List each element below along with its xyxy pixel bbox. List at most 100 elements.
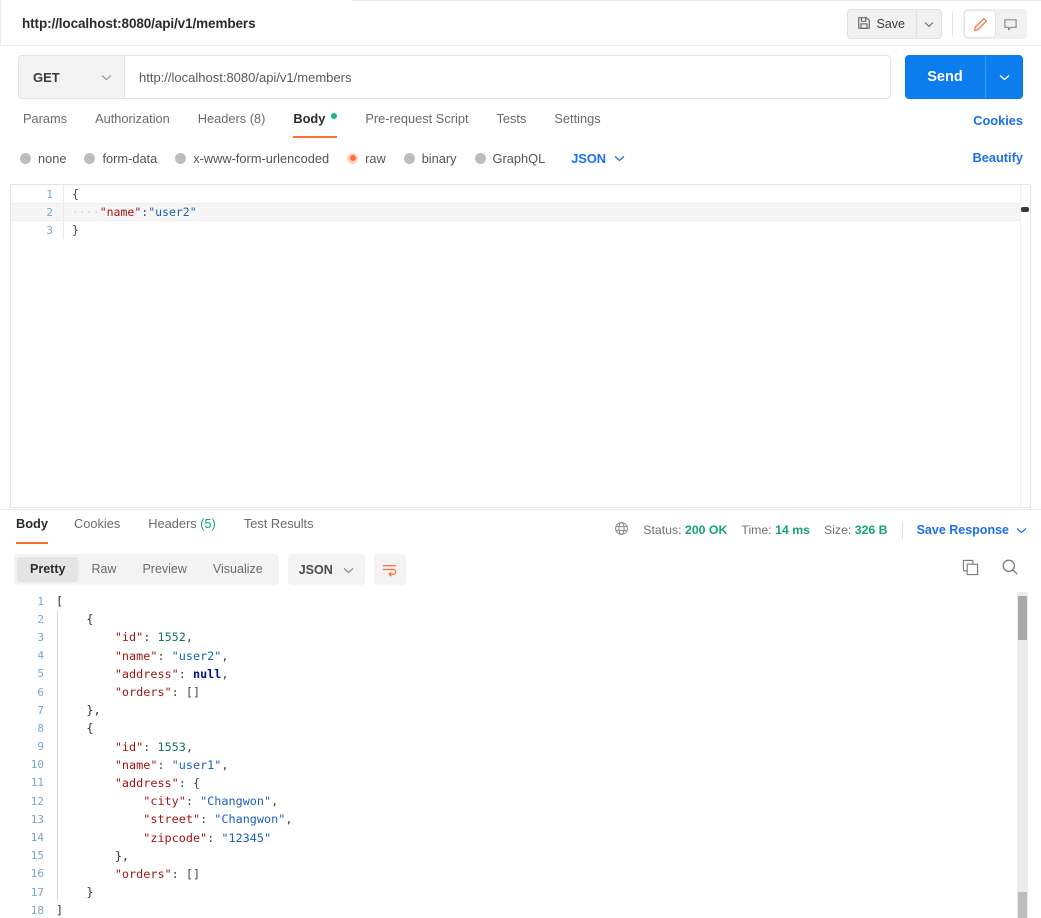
line-number: 3: [37, 630, 44, 644]
meta-divider: [901, 521, 903, 539]
title-actions: Save: [846, 9, 1027, 39]
line-number: 10: [30, 758, 44, 772]
line-number: 4: [37, 649, 44, 663]
radio-none[interactable]: none: [20, 151, 66, 166]
tab-body[interactable]: Body: [279, 108, 351, 138]
globe-icon: [614, 521, 629, 539]
response-scrollbar-thumb-lower[interactable]: [1018, 892, 1027, 918]
view-mode-raw[interactable]: Raw: [78, 557, 129, 582]
beautify-link[interactable]: Beautify: [973, 150, 1024, 165]
response-tab-test-results-label: Test Results: [243, 516, 314, 531]
response-separator: [0, 509, 1041, 510]
response-line: 5 "address": null,: [0, 664, 1041, 683]
response-tab-body[interactable]: Body: [10, 516, 60, 544]
line-number: 18: [30, 903, 44, 917]
request-editor-scrollbar-thumb[interactable]: [1021, 207, 1029, 212]
code-text: ]: [56, 903, 64, 918]
view-mode-preview[interactable]: Preview: [129, 557, 199, 582]
response-toolbar: Pretty Raw Preview Visualize JSON: [14, 554, 406, 585]
send-options-dropdown[interactable]: [985, 55, 1023, 99]
view-mode-visualize[interactable]: Visualize: [200, 557, 276, 582]
save-button[interactable]: Save: [846, 9, 916, 39]
code-text: ····"name":"user2": [72, 205, 197, 219]
response-line: 14 "zipcode": "12345": [0, 828, 1041, 847]
response-tab-cookies[interactable]: Cookies: [60, 516, 134, 544]
code-text: "id": 1553,: [114, 739, 193, 754]
radio-form-data-icon: [84, 152, 96, 164]
response-tabs: Body Cookies Headers (5) Test Results: [10, 516, 328, 544]
code-text: "id": 1552,: [114, 630, 193, 645]
comment-button[interactable]: [995, 11, 1025, 37]
radio-graphql-icon: [474, 152, 486, 164]
request-body-editor[interactable]: 1 { 2 ····"name":"user2" 3 }: [10, 184, 1031, 508]
save-response-button[interactable]: Save Response: [917, 523, 1027, 537]
http-method-select[interactable]: GET: [18, 55, 124, 99]
body-type-radio-group: none form-data x-www-form-urlencoded raw…: [20, 147, 1025, 169]
code-text: "name": "user2",: [114, 648, 229, 663]
save-options-dropdown[interactable]: [916, 9, 942, 39]
radio-urlencoded[interactable]: x-www-form-urlencoded: [175, 151, 329, 166]
radio-binary[interactable]: binary: [403, 151, 457, 166]
code-line: 2 ····"name":"user2": [11, 203, 1030, 221]
code-text: "street": "Changwon",: [143, 812, 293, 827]
radio-form-data[interactable]: form-data: [84, 151, 157, 166]
view-mode-pretty[interactable]: Pretty: [17, 557, 79, 582]
time-value: 14 ms: [775, 523, 810, 537]
search-icon[interactable]: [1001, 558, 1019, 581]
tab-authorization-label: Authorization: [95, 111, 170, 126]
radio-urlencoded-label: x-www-form-urlencoded: [193, 150, 330, 166]
save-response-label: Save Response: [916, 523, 1009, 537]
send-group: Send: [905, 55, 1023, 99]
request-editor-scrollbar[interactable]: [1020, 185, 1030, 507]
word-wrap-toggle-button[interactable]: [373, 554, 406, 585]
url-input[interactable]: http://localhost:8080/api/v1/members: [124, 55, 891, 99]
response-format-select[interactable]: JSON: [287, 554, 365, 585]
view-mode-group: [963, 9, 1027, 39]
response-scrollbar[interactable]: [1017, 592, 1028, 918]
response-line: 8 {: [0, 719, 1041, 738]
radio-graphql[interactable]: GraphQL: [474, 150, 546, 166]
send-button[interactable]: Send: [905, 55, 985, 99]
code-text: "orders": []: [114, 685, 201, 700]
tab-params[interactable]: Params: [18, 108, 81, 138]
request-code-area: 1 { 2 ····"name":"user2" 3 }: [11, 185, 1030, 507]
response-line: 12 "city": "Changwon",: [0, 792, 1041, 811]
tab-tests[interactable]: Tests: [483, 108, 541, 138]
response-body-viewer[interactable]: 1 [ 2 { 3 "id": 1552, 4 "name": "user2",: [0, 592, 1041, 918]
copy-icon[interactable]: [962, 559, 979, 581]
radio-none-label: none: [38, 150, 67, 166]
response-tab-headers[interactable]: Headers (5): [134, 516, 230, 544]
response-scrollbar-thumb[interactable]: [1018, 596, 1027, 640]
line-number: 15: [30, 849, 44, 863]
response-line: 18 ]: [0, 901, 1041, 918]
line-number: 12: [30, 794, 44, 808]
tab-body-label: Body: [293, 111, 326, 126]
tab-headers[interactable]: Headers (8): [184, 108, 280, 138]
code-text: {: [72, 187, 79, 201]
tab-pre-request-script[interactable]: Pre-request Script: [351, 108, 482, 138]
response-view-mode-group: Pretty Raw Preview Visualize: [14, 554, 279, 585]
edit-pencil-button[interactable]: [965, 11, 995, 37]
tab-settings[interactable]: Settings: [540, 108, 614, 138]
tab-authorization[interactable]: Authorization: [81, 108, 184, 138]
time-label: Time:: [741, 523, 772, 537]
code-text: {: [58, 721, 94, 736]
request-format-select[interactable]: JSON: [571, 149, 625, 167]
line-number: 14: [30, 831, 44, 845]
line-number: 3: [46, 223, 53, 237]
response-line: 10 "name": "user1",: [0, 755, 1041, 774]
cookies-link[interactable]: Cookies: [973, 113, 1023, 128]
size-label: Size:: [823, 523, 852, 537]
chevron-down-icon: [101, 68, 112, 86]
request-title-row: http://localhost:8080/api/v1/members Sav…: [0, 2, 1041, 46]
line-number: 7: [37, 703, 44, 717]
line-number: 5: [37, 667, 44, 681]
url-bar: GET http://localhost:8080/api/v1/members…: [18, 55, 1023, 99]
response-tab-test-results[interactable]: Test Results: [230, 516, 328, 544]
code-text: "address": null,: [114, 666, 229, 681]
line-number: 11: [30, 776, 44, 790]
request-tabs: Params Authorization Headers (8) Body Pr…: [18, 108, 1023, 138]
radio-raw[interactable]: raw: [347, 151, 386, 166]
radio-graphql-label: GraphQL: [492, 150, 546, 166]
code-text: }: [72, 223, 79, 237]
